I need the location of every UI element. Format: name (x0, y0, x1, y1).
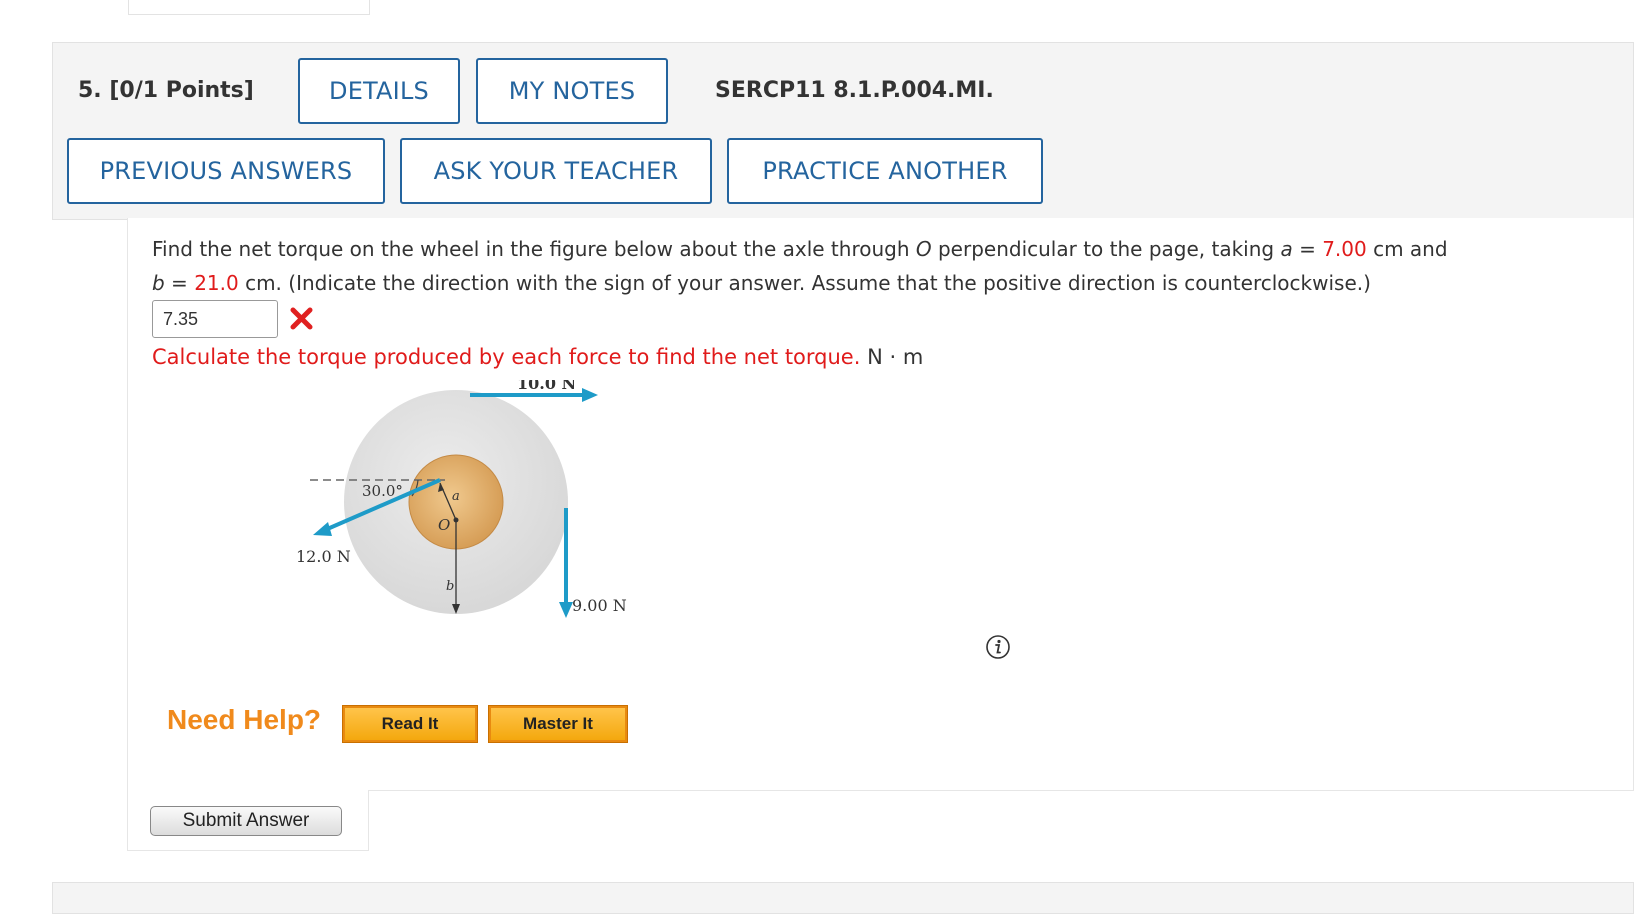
prompt-text-1: Find the net torque on the wheel in the … (152, 237, 916, 261)
prompt-axle-symbol: O (915, 237, 932, 261)
prompt-b-value: 21.0 (194, 271, 239, 295)
question-number-label: 5. (78, 78, 102, 103)
force-left-label: 12.0 N (296, 547, 351, 566)
prompt-eq-b: = (164, 271, 195, 295)
force-left-arrowhead (313, 522, 332, 536)
question-number: 5. [0/1 Points] (78, 78, 254, 103)
label-b: b (446, 579, 454, 594)
angle-label: 30.0° (362, 482, 403, 500)
master-it-button[interactable]: Master It (488, 705, 628, 743)
prompt-a-value: 7.00 (1322, 237, 1367, 261)
prompt-text-2: perpendicular to the page, taking (931, 237, 1281, 261)
label-o: O (438, 516, 450, 534)
next-question-panel (52, 882, 1634, 914)
prompt-eq-a: = (1292, 237, 1323, 261)
label-a: a (452, 489, 460, 504)
prompt-text-3: cm and (1366, 237, 1448, 261)
info-icon[interactable] (985, 634, 1011, 660)
wheel-figure: 10.0 N 12.0 N 9.00 N 30.0° a O b (296, 380, 627, 618)
submit-answer-button[interactable]: Submit Answer (150, 806, 342, 836)
force-right-arrowhead (559, 602, 573, 618)
incorrect-x-icon (290, 307, 313, 330)
force-top-label: 10.0 N (517, 380, 576, 393)
feedback-text: Calculate the torque produced by each fo… (152, 345, 861, 369)
prompt-var-b: b (152, 271, 165, 295)
read-it-button[interactable]: Read It (342, 705, 478, 743)
question-prompt: Find the net torque on the wheel in the … (152, 232, 1592, 300)
practice-another-button[interactable]: PRACTICE ANOTHER (727, 138, 1043, 204)
question-points: [0/1 Points] (109, 78, 254, 103)
force-top-arrowhead (582, 388, 598, 402)
prompt-text-4: cm. (Indicate the direction with the sig… (238, 271, 1371, 295)
previous-answers-button[interactable]: PREVIOUS ANSWERS (67, 138, 385, 204)
answer-unit: N · m (867, 345, 924, 369)
details-button[interactable]: DETAILS (298, 58, 460, 124)
need-help-label: Need Help? (167, 704, 322, 735)
answer-input[interactable] (152, 300, 278, 338)
question-code: SERCP11 8.1.P.004.MI. (715, 78, 994, 103)
ask-your-teacher-button[interactable]: ASK YOUR TEACHER (400, 138, 712, 204)
center-point (453, 517, 459, 523)
answer-feedback: Calculate the torque produced by each fo… (152, 340, 923, 374)
prompt-var-a: a (1280, 237, 1293, 261)
previous-question-tab (128, 0, 370, 15)
my-notes-button[interactable]: MY NOTES (476, 58, 668, 124)
force-right-label: 9.00 N (572, 596, 627, 615)
